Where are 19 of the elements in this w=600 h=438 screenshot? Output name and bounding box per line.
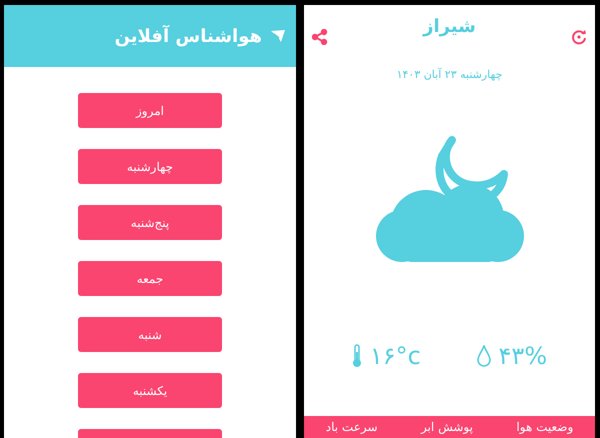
temperature-reading: ۱۶°c xyxy=(370,340,421,372)
bottom-tab[interactable]: پوشش ابر xyxy=(420,421,473,433)
app-title: هواشناس آفلاین xyxy=(114,24,262,48)
droplet-icon xyxy=(476,344,491,366)
refresh-icon[interactable] xyxy=(571,29,587,45)
bottom-tab[interactable]: سرعت باد xyxy=(326,421,378,433)
share-icon[interactable] xyxy=(312,29,328,45)
plane-icon xyxy=(270,29,286,43)
day-button[interactable]: امروز xyxy=(78,93,222,128)
day-button[interactable]: شنبه xyxy=(78,317,222,352)
day-button[interactable]: پنج‌شنبه xyxy=(78,205,222,240)
bottom-tab[interactable]: وضعیت هوا xyxy=(516,421,574,433)
day-button[interactable]: چهارشنبه xyxy=(78,149,222,184)
thermometer-icon xyxy=(352,344,362,368)
date-text: چهارشنبه ۲۳ آبان ۱۴۰۳ xyxy=(396,67,502,83)
day-button[interactable]: یکشنبه xyxy=(78,373,222,408)
day-button[interactable]: جمعه xyxy=(78,261,222,296)
city-name: شیراز xyxy=(423,15,476,39)
humidity-reading: ۴۳% xyxy=(498,340,548,372)
